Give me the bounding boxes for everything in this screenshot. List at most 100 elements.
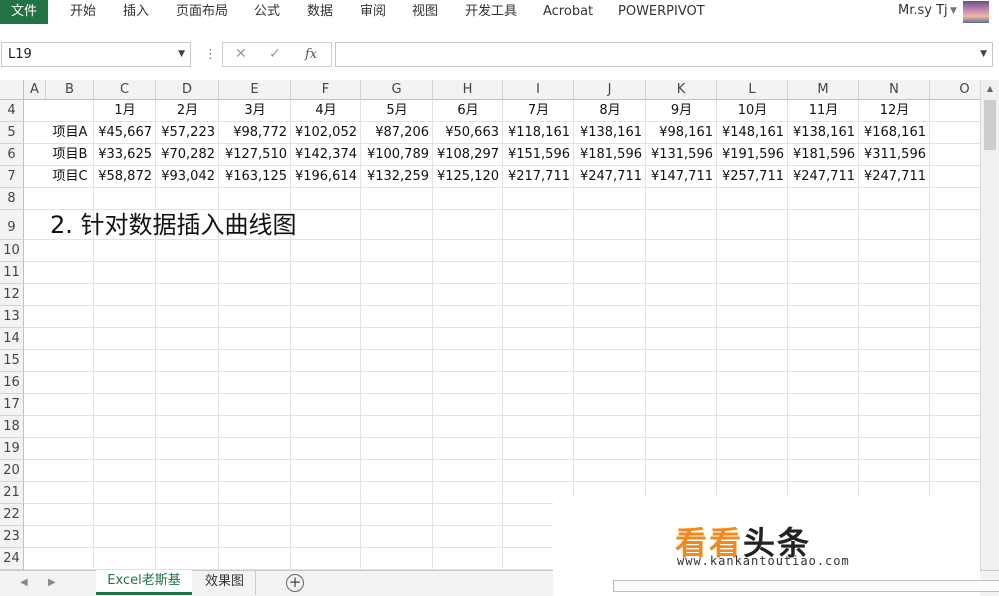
user-account-name[interactable]: Mr.sy Tj — [898, 0, 948, 22]
value-cell[interactable]: ¥132,259 — [361, 166, 433, 188]
column-header-g[interactable]: G — [361, 80, 433, 100]
value-cell[interactable]: ¥93,042 — [156, 166, 219, 188]
row-header-15[interactable]: 15 — [0, 350, 24, 372]
month-header-cell[interactable]: 12月 — [859, 100, 930, 122]
value-cell[interactable]: ¥181,596 — [788, 144, 859, 166]
value-cell[interactable]: ¥181,596 — [574, 144, 646, 166]
row-header-9[interactable]: 9 — [0, 210, 24, 240]
chevron-down-icon[interactable]: ▼ — [178, 43, 185, 66]
column-header-m[interactable]: M — [788, 80, 859, 100]
value-cell[interactable]: ¥257,711 — [717, 166, 788, 188]
row-header-16[interactable]: 16 — [0, 372, 24, 394]
row-header-21[interactable]: 21 — [0, 482, 24, 504]
value-cell[interactable]: ¥142,374 — [291, 144, 361, 166]
column-header-d[interactable]: D — [156, 80, 219, 100]
value-cell[interactable]: ¥191,596 — [717, 144, 788, 166]
value-cell[interactable]: ¥247,711 — [859, 166, 930, 188]
value-cell[interactable]: ¥168,161 — [859, 122, 930, 144]
value-cell[interactable]: ¥98,772 — [219, 122, 291, 144]
month-header-cell[interactable]: 6月 — [433, 100, 503, 122]
insert-function-icon[interactable]: fx — [305, 43, 317, 66]
column-header-h[interactable]: H — [433, 80, 503, 100]
row-header-17[interactable]: 17 — [0, 394, 24, 416]
tab-formulas[interactable]: 公式 — [254, 0, 280, 24]
tab-home[interactable]: 开始 — [70, 0, 96, 24]
chevron-left-icon[interactable]: ◀ — [20, 573, 28, 593]
chevron-down-icon[interactable]: ▼ — [950, 0, 957, 22]
column-header-e[interactable]: E — [219, 80, 291, 100]
month-header-cell[interactable]: 11月 — [788, 100, 859, 122]
select-all-corner[interactable] — [0, 80, 24, 100]
column-header-j[interactable]: J — [574, 80, 646, 100]
month-header-cell[interactable]: 7月 — [503, 100, 574, 122]
tab-powerpivot[interactable]: POWERPIVOT — [618, 0, 705, 24]
row-header-11[interactable]: 11 — [0, 262, 24, 284]
column-header-k[interactable]: K — [646, 80, 717, 100]
month-header-cell[interactable]: 9月 — [646, 100, 717, 122]
formula-input[interactable]: ▼ — [335, 42, 993, 67]
name-box[interactable]: L19 ▼ — [1, 42, 191, 67]
item-label-cell[interactable]: 项目B — [46, 144, 94, 166]
column-header-i[interactable]: I — [503, 80, 574, 100]
sheet-tab-active[interactable]: Excel老斯基 — [96, 570, 192, 595]
month-header-cell[interactable]: 8月 — [574, 100, 646, 122]
month-header-cell[interactable]: 2月 — [156, 100, 219, 122]
scrollbar-thumb[interactable] — [984, 100, 996, 150]
row-header-23[interactable]: 23 — [0, 526, 24, 548]
value-cell[interactable]: ¥138,161 — [788, 122, 859, 144]
value-cell[interactable]: ¥118,161 — [503, 122, 574, 144]
more-options-icon[interactable]: ⋮ — [204, 46, 217, 64]
column-header-c[interactable]: C — [94, 80, 156, 100]
value-cell[interactable]: ¥138,161 — [574, 122, 646, 144]
vertical-scrollbar[interactable]: ▲ — [980, 80, 999, 570]
value-cell[interactable]: ¥108,297 — [433, 144, 503, 166]
value-cell[interactable]: ¥50,663 — [433, 122, 503, 144]
row-header-7[interactable]: 7 — [0, 166, 24, 188]
chevron-right-icon[interactable]: ▶ — [48, 573, 56, 593]
row-header-5[interactable]: 5 — [0, 122, 24, 144]
value-cell[interactable]: ¥100,789 — [361, 144, 433, 166]
row-header-13[interactable]: 13 — [0, 306, 24, 328]
month-header-cell[interactable]: 10月 — [717, 100, 788, 122]
column-header-n[interactable]: N — [859, 80, 930, 100]
row-header-12[interactable]: 12 — [0, 284, 24, 306]
value-cell[interactable]: ¥102,052 — [291, 122, 361, 144]
month-header-cell[interactable]: 1月 — [94, 100, 156, 122]
file-tab[interactable]: 文件 — [0, 0, 48, 24]
column-header-b[interactable]: B — [46, 80, 94, 100]
tab-developer[interactable]: 开发工具 — [465, 0, 517, 24]
value-cell[interactable]: ¥127,510 — [219, 144, 291, 166]
row-header-18[interactable]: 18 — [0, 416, 24, 438]
value-cell[interactable]: ¥58,872 — [94, 166, 156, 188]
cancel-icon[interactable]: ✕ — [235, 43, 247, 66]
add-sheet-icon[interactable]: + — [286, 574, 304, 592]
row-header-6[interactable]: 6 — [0, 144, 24, 166]
value-cell[interactable]: ¥247,711 — [788, 166, 859, 188]
value-cell[interactable]: ¥148,161 — [717, 122, 788, 144]
chevron-down-icon[interactable]: ▼ — [980, 43, 987, 66]
tab-view[interactable]: 视图 — [412, 0, 438, 24]
column-header-l[interactable]: L — [717, 80, 788, 100]
value-cell[interactable]: ¥98,161 — [646, 122, 717, 144]
value-cell[interactable]: ¥217,711 — [503, 166, 574, 188]
row-header-20[interactable]: 20 — [0, 460, 24, 482]
instruction-text[interactable]: 2. 针对数据插入曲线图 — [50, 210, 297, 240]
value-cell[interactable]: ¥70,282 — [156, 144, 219, 166]
sheet-tab[interactable]: 效果图 — [194, 571, 256, 595]
value-cell[interactable]: ¥131,596 — [646, 144, 717, 166]
avatar[interactable] — [963, 1, 989, 23]
value-cell[interactable]: ¥196,614 — [291, 166, 361, 188]
tab-review[interactable]: 审阅 — [360, 0, 386, 24]
row-header-14[interactable]: 14 — [0, 328, 24, 350]
enter-check-icon[interactable]: ✓ — [269, 43, 281, 66]
row-header-8[interactable]: 8 — [0, 188, 24, 210]
column-header-a[interactable]: A — [24, 80, 46, 100]
value-cell[interactable]: ¥57,223 — [156, 122, 219, 144]
value-cell[interactable]: ¥151,596 — [503, 144, 574, 166]
month-header-cell[interactable]: 4月 — [291, 100, 361, 122]
row-header-24[interactable]: 24 — [0, 548, 24, 570]
scroll-up-icon[interactable]: ▲ — [981, 80, 999, 98]
tab-acrobat[interactable]: Acrobat — [543, 0, 593, 24]
value-cell[interactable]: ¥87,206 — [361, 122, 433, 144]
tab-page-layout[interactable]: 页面布局 — [176, 0, 228, 24]
